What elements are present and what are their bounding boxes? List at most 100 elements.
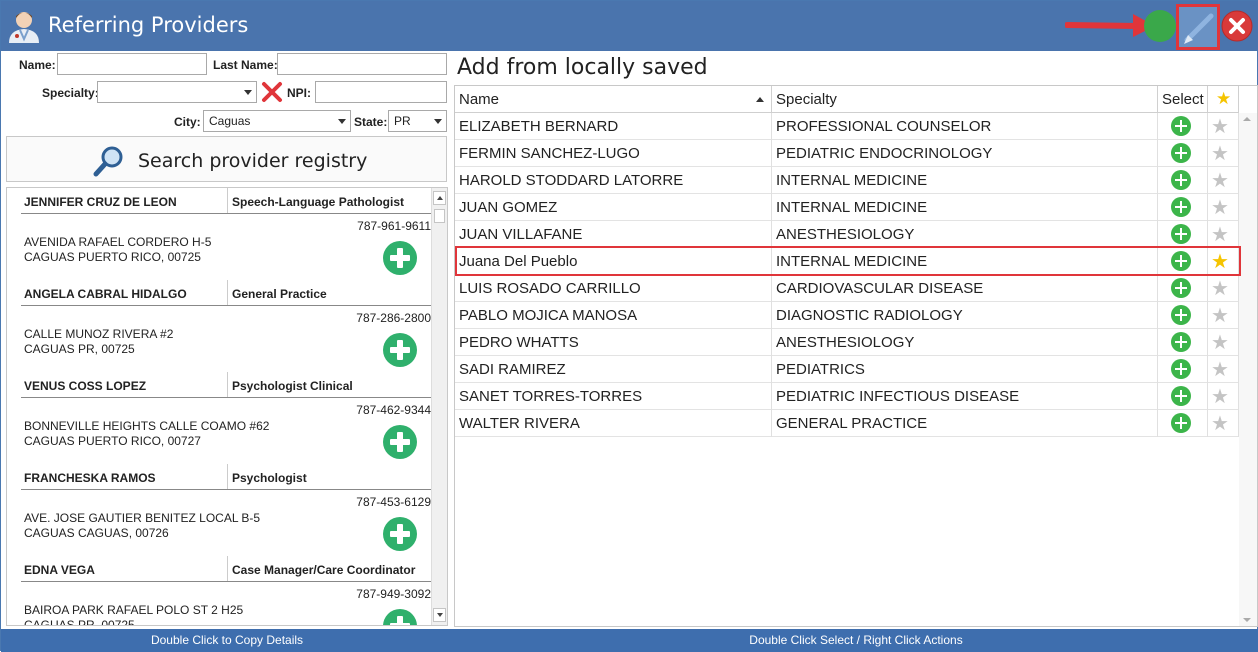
- select-button[interactable]: [1171, 413, 1191, 433]
- plus-icon-stroke: [397, 340, 403, 360]
- title-bar: Referring Providers: [1, 1, 1258, 51]
- column-header-favorite[interactable]: ★: [1208, 86, 1239, 113]
- state-select[interactable]: PR: [388, 110, 447, 132]
- plus-icon-stroke: [397, 616, 403, 625]
- table-row[interactable]: JUAN VILLAFANE ANESTHESIOLOGY ★: [455, 221, 1239, 248]
- table-row[interactable]: SADI RAMIREZ PEDIATRICS ★: [455, 356, 1239, 383]
- edit-button[interactable]: [1176, 4, 1220, 50]
- scroll-up-button[interactable]: [433, 191, 446, 205]
- locally-saved-grid[interactable]: Name Specialty Select ★ ELIZABETH BERNAR…: [454, 85, 1258, 627]
- table-row[interactable]: FERMIN SANCHEZ-LUGO PEDIATRIC ENDOCRINOLO…: [455, 140, 1239, 167]
- red-x-icon[interactable]: [261, 81, 283, 103]
- star-icon[interactable]: ★: [1211, 114, 1229, 138]
- select-button[interactable]: [1171, 278, 1191, 298]
- table-row[interactable]: SANET TORRES-TORRES PEDIATRIC INFECTIOUS …: [455, 383, 1239, 410]
- star-icon[interactable]: ★: [1211, 303, 1229, 327]
- divider: [21, 397, 433, 398]
- select-button[interactable]: [1171, 170, 1191, 190]
- provider-phone: 787-286-2800: [356, 311, 431, 325]
- column-header-name[interactable]: Name: [455, 86, 772, 113]
- star-icon[interactable]: ★: [1211, 330, 1229, 354]
- provider-specialty: Psychologist Clinical: [232, 379, 353, 393]
- plus-icon-stroke: [1180, 282, 1182, 294]
- add-provider-button[interactable]: [383, 517, 417, 551]
- plus-icon-stroke: [397, 248, 403, 268]
- provider-address-line1: AVENIDA RAFAEL CORDERO H-5: [24, 235, 212, 249]
- cell-specialty: PEDIATRICS: [772, 356, 1158, 383]
- column-header-select[interactable]: Select: [1158, 86, 1208, 113]
- select-button[interactable]: [1171, 116, 1191, 136]
- npi-input[interactable]: [315, 81, 447, 103]
- star-icon[interactable]: ★: [1211, 222, 1229, 246]
- window-title: Referring Providers: [48, 13, 249, 37]
- provider-card[interactable]: FRANCHESKA RAMOS Psychologist 787-453-61…: [21, 464, 433, 556]
- add-provider-button[interactable]: [383, 333, 417, 367]
- provider-card[interactable]: ANGELA CABRAL HIDALGO General Practice 7…: [21, 280, 433, 372]
- cell-name: SANET TORRES-TORRES: [455, 383, 772, 410]
- status-bar: Double Click to Copy Details Double Clic…: [1, 629, 1258, 652]
- last-name-input[interactable]: [277, 53, 447, 75]
- cell-name: JUAN GOMEZ: [455, 194, 772, 221]
- star-icon[interactable]: ★: [1211, 357, 1229, 381]
- chevron-down-icon[interactable]: [1243, 618, 1251, 622]
- city-select[interactable]: Caguas: [203, 110, 351, 132]
- table-row[interactable]: HAROLD STODDARD LATORRE INTERNAL MEDICINE…: [455, 167, 1239, 194]
- select-button[interactable]: [1171, 224, 1191, 244]
- divider: [227, 464, 228, 490]
- provider-card[interactable]: EDNA VEGA Case Manager/Care Coordinator …: [21, 556, 433, 625]
- table-row[interactable]: WALTER RIVERA GENERAL PRACTICE ★: [455, 410, 1239, 437]
- plus-icon-stroke: [1180, 120, 1182, 132]
- select-button[interactable]: [1171, 332, 1191, 352]
- divider: [227, 188, 228, 214]
- star-icon[interactable]: ★: [1211, 276, 1229, 300]
- provider-card[interactable]: JENNIFER CRUZ DE LEON Speech-Language Pa…: [21, 188, 433, 280]
- provider-address-line1: AVE. JOSE GAUTIER BENITEZ LOCAL B-5: [24, 511, 261, 525]
- table-row[interactable]: JUAN GOMEZ INTERNAL MEDICINE ★: [455, 194, 1239, 221]
- star-icon[interactable]: ★: [1211, 195, 1229, 219]
- cell-specialty: ANESTHESIOLOGY: [772, 329, 1158, 356]
- vertical-scrollbar[interactable]: [1239, 113, 1257, 626]
- cell-specialty: ANESTHESIOLOGY: [772, 221, 1158, 248]
- cell-specialty: PEDIATRIC ENDOCRINOLOGY: [772, 140, 1158, 167]
- table-row[interactable]: LUIS ROSADO CARRILLO CARDIOVASCULAR DISEA…: [455, 275, 1239, 302]
- cell-name: PEDRO WHATTS: [455, 329, 772, 356]
- add-provider-button[interactable]: [383, 241, 417, 275]
- select-button[interactable]: [1171, 197, 1191, 217]
- select-button[interactable]: [1171, 386, 1191, 406]
- specialty-select[interactable]: [97, 81, 257, 103]
- plus-icon-stroke: [1180, 363, 1182, 375]
- provider-name: ANGELA CABRAL HIDALGO: [24, 287, 187, 301]
- star-icon[interactable]: ★: [1211, 411, 1229, 435]
- table-row[interactable]: PEDRO WHATTS ANESTHESIOLOGY ★: [455, 329, 1239, 356]
- chevron-up-icon[interactable]: [1243, 117, 1251, 121]
- plus-icon-stroke: [397, 432, 403, 452]
- star-icon[interactable]: ★: [1211, 141, 1229, 165]
- select-button[interactable]: [1171, 143, 1191, 163]
- plus-icon-stroke: [1180, 390, 1182, 402]
- provider-address-line2: CAGUAS PR, 00725: [24, 342, 135, 356]
- provider-card[interactable]: VENUS COSS LOPEZ Psychologist Clinical 7…: [21, 372, 433, 464]
- add-provider-button[interactable]: [383, 609, 417, 625]
- plus-icon-stroke: [1180, 147, 1182, 159]
- green-action-icon[interactable]: [1144, 10, 1176, 42]
- select-button[interactable]: [1171, 359, 1191, 379]
- provider-address-line2: CAGUAS PUERTO RICO, 00727: [24, 434, 201, 448]
- select-button[interactable]: [1171, 305, 1191, 325]
- table-row[interactable]: ELIZABETH BERNARD PROFESSIONAL COUNSELOR ★: [455, 113, 1239, 140]
- name-input[interactable]: [57, 53, 207, 75]
- plus-icon-stroke: [1180, 228, 1182, 240]
- chevron-down-icon: [437, 613, 443, 617]
- provider-phone: 787-949-3092: [356, 587, 431, 601]
- add-provider-button[interactable]: [383, 425, 417, 459]
- search-provider-registry-button[interactable]: Search provider registry: [6, 136, 447, 182]
- scroll-down-button[interactable]: [433, 608, 446, 622]
- star-icon[interactable]: ★: [1211, 168, 1229, 192]
- star-icon[interactable]: ★: [1211, 384, 1229, 408]
- column-header-specialty[interactable]: Specialty: [772, 86, 1158, 113]
- state-label: State:: [354, 115, 388, 129]
- vertical-scrollbar[interactable]: [431, 188, 447, 625]
- table-row[interactable]: PABLO MOJICA MANOSA DIAGNOSTIC RADIOLOGY ★: [455, 302, 1239, 329]
- scroll-thumb[interactable]: [434, 209, 445, 223]
- registry-results-list[interactable]: JENNIFER CRUZ DE LEON Speech-Language Pa…: [6, 187, 448, 626]
- close-icon[interactable]: [1221, 10, 1253, 42]
